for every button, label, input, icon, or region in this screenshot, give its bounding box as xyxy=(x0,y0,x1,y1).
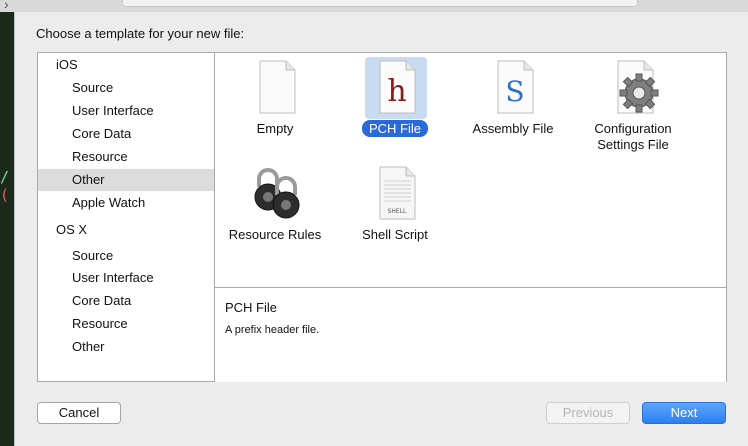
template-pch-file[interactable]: h PCH File xyxy=(335,57,455,157)
template-label-line2: Settings File xyxy=(597,137,669,152)
toolbar-field xyxy=(122,0,638,7)
window-toolbar-strip: › xyxy=(0,0,748,12)
sidebar-item-resource[interactable]: Resource xyxy=(38,146,214,168)
blank-document-icon xyxy=(259,60,296,114)
shell-script-document-icon: SHELL xyxy=(379,166,416,220)
sidebar-item-source[interactable]: Source xyxy=(38,245,214,267)
svg-text:SHELL: SHELL xyxy=(388,208,407,215)
code-editor-background: / ( xyxy=(0,0,14,446)
config-gear-document-icon xyxy=(617,60,659,114)
template-label: Resource Rules xyxy=(228,227,322,242)
chevron-right-icon[interactable]: › xyxy=(4,0,9,12)
pch-h-document-icon: h xyxy=(379,60,416,114)
sidebar-group-ios[interactable]: iOS xyxy=(38,54,214,76)
sidebar-item-other[interactable]: Other xyxy=(38,336,214,358)
template-label: Assembly File xyxy=(472,121,554,136)
template-grid: Empty h PCH File S Assembly File Configu… xyxy=(215,53,726,287)
template-chooser-panel: iOS Source User Interface Core Data Reso… xyxy=(37,52,727,382)
template-label: Configuration xyxy=(594,121,672,136)
previous-button[interactable]: Previous xyxy=(546,402,630,424)
dialog-prompt: Choose a template for your new file: xyxy=(36,26,245,41)
cancel-button[interactable]: Cancel xyxy=(37,402,121,424)
template-configuration-settings-file[interactable]: Configuration Settings File xyxy=(573,57,693,157)
template-shell-script[interactable]: SHELL Shell Script xyxy=(335,163,455,263)
svg-text:S: S xyxy=(505,75,524,108)
template-label: Shell Script xyxy=(362,227,428,242)
template-description-pane: PCH File A prefix header file. xyxy=(215,287,726,382)
svg-text:h: h xyxy=(387,74,406,109)
template-label: PCH File xyxy=(361,120,428,137)
next-button[interactable]: Next xyxy=(642,402,726,424)
description-title: PCH File xyxy=(225,300,278,315)
sidebar-item-core-data[interactable]: Core Data xyxy=(38,290,214,312)
editor-code-fragment: / xyxy=(0,168,10,186)
editor-code-fragment: ( xyxy=(0,186,10,204)
new-file-sheet: Choose a template for your new file: iOS… xyxy=(14,12,748,446)
platform-sidebar: iOS Source User Interface Core Data Reso… xyxy=(38,53,215,381)
sidebar-item-other[interactable]: Other xyxy=(38,169,214,191)
sidebar-item-apple-watch[interactable]: Apple Watch xyxy=(38,192,214,214)
sidebar-item-user-interface[interactable]: User Interface xyxy=(38,267,214,289)
template-empty[interactable]: Empty xyxy=(215,57,335,157)
sidebar-item-resource[interactable]: Resource xyxy=(38,313,214,335)
assembly-s-document-icon: S xyxy=(497,60,534,114)
template-label: Empty xyxy=(256,121,294,136)
description-subtitle: A prefix header file. xyxy=(225,324,320,336)
sidebar-item-user-interface[interactable]: User Interface xyxy=(38,100,214,122)
sidebar-item-core-data[interactable]: Core Data xyxy=(38,123,214,145)
padlocks-icon xyxy=(254,168,300,219)
sidebar-group-osx[interactable]: OS X xyxy=(38,219,214,241)
sidebar-item-source[interactable]: Source xyxy=(38,77,214,99)
template-resource-rules[interactable]: Resource Rules xyxy=(215,163,335,263)
template-assembly-file[interactable]: S Assembly File xyxy=(453,57,573,157)
